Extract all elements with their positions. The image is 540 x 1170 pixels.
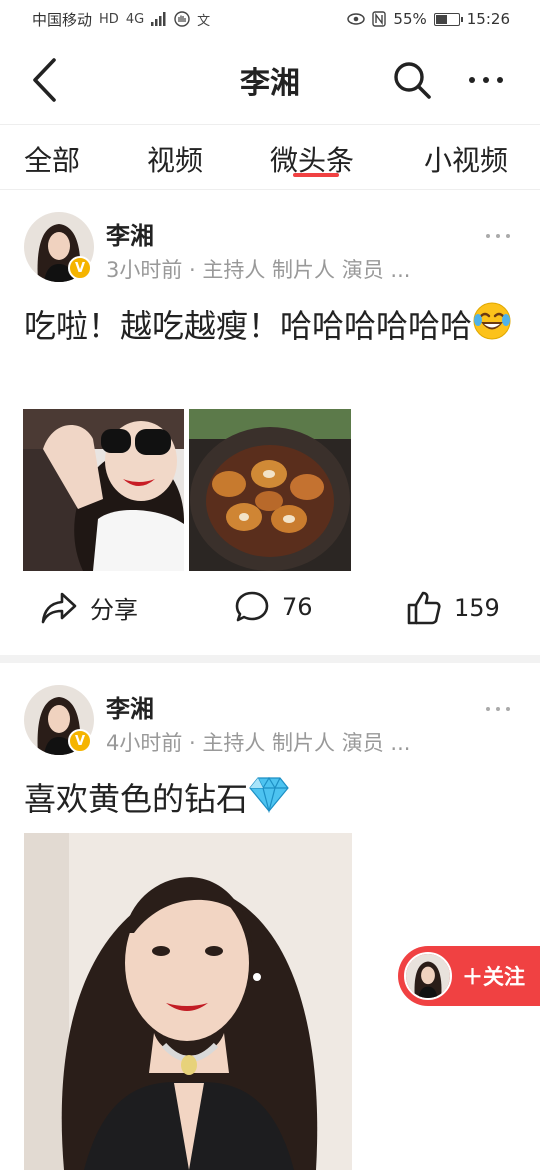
nfc-icon [372,11,387,27]
active-tab-indicator [293,173,339,177]
carrier-label: 中国移动 [32,10,93,29]
search-icon [394,62,431,99]
post-card[interactable]: V 李湘 3小时前 · 主持人 制片人 演员 ... 吃啦！越吃越瘦！哈哈哈哈哈… [0,192,540,654]
hand-icon [174,11,190,27]
more-dot-icon [486,707,490,711]
more-dot-icon [506,234,510,238]
post-image-selfie[interactable] [23,409,184,571]
search-button[interactable] [388,56,436,104]
post-more-button[interactable] [486,707,510,711]
diamond-emoji [248,775,290,828]
network-type: 4G [125,11,145,27]
share-button[interactable]: 分享 [40,590,138,625]
battery-icon [433,12,463,26]
post-meta: 3小时前 · 主持人 制片人 演员 ... [106,258,411,282]
laughing-tears-emoji [472,301,512,356]
translate-icon: 文 [197,13,211,29]
status-bar: 中国移动 HD 4G 文 55% 15:26 [0,0,540,38]
comment-count: 76 [282,593,313,621]
chevron-left-icon [33,58,56,102]
hd-icon: HD [99,11,119,27]
battery-percent: 55% [393,10,427,28]
tab-bar: 全部 视频 微头条 小视频 [0,124,540,190]
nav-bar: 李湘 [0,38,540,122]
share-icon [41,592,77,623]
like-button[interactable]: 159 [406,590,500,626]
author-name[interactable]: 李湘 [106,689,154,724]
tab-all[interactable]: 全部 [24,139,80,179]
post-text-content: 吃啦！越吃越瘦！哈哈哈哈哈哈 [24,307,473,345]
post-image-abalone[interactable] [189,409,351,571]
more-dot-icon [497,77,503,83]
more-dot-icon [496,234,500,238]
more-dot-icon [469,77,475,83]
follow-avatar [404,952,452,1000]
comment-button[interactable]: 76 [234,590,313,624]
post-separator [0,655,540,663]
more-dot-icon [506,707,510,711]
tab-video[interactable]: 视频 [147,139,203,179]
post-more-button[interactable] [486,234,510,238]
post-actions: 分享 76 159 [0,590,540,630]
page-title: 李湘 [240,66,300,101]
post-meta: 4小时前 · 主持人 制片人 演员 ... [106,731,411,755]
eye-icon [347,13,366,25]
battery-fill [435,14,448,24]
comment-icon [235,591,269,622]
more-dot-icon [486,234,490,238]
post-text: 喜欢黄色的钻石 [24,773,514,828]
post-card[interactable]: V 李湘 4小时前 · 主持人 制片人 演员 ... 喜欢黄色的钻石 [0,663,540,1170]
verified-badge-icon: V [68,729,92,753]
more-dot-icon [483,77,489,83]
post-text: 吃啦！越吃越瘦！哈哈哈哈哈哈 [24,300,514,356]
post-image-portrait[interactable] [24,833,352,1170]
back-button[interactable] [22,56,66,104]
thumbs-up-icon [407,591,441,625]
clock: 15:26 [466,10,510,28]
more-options-button[interactable] [458,56,514,104]
tab-short-video[interactable]: 小视频 [424,139,508,179]
signal-icon [151,12,166,26]
follow-button[interactable]: ＋关注 [398,946,540,1006]
status-right: 55% 15:26 [347,10,510,28]
post-text-content: 喜欢黄色的钻石 [24,780,249,818]
like-count: 159 [454,594,500,622]
follow-label: ＋关注 [462,965,525,989]
author-name[interactable]: 李湘 [106,216,154,251]
more-dot-icon [496,707,500,711]
status-left: 中国移动 HD 4G 文 [32,9,210,30]
share-label: 分享 [90,596,138,624]
verified-badge-icon: V [68,256,92,280]
